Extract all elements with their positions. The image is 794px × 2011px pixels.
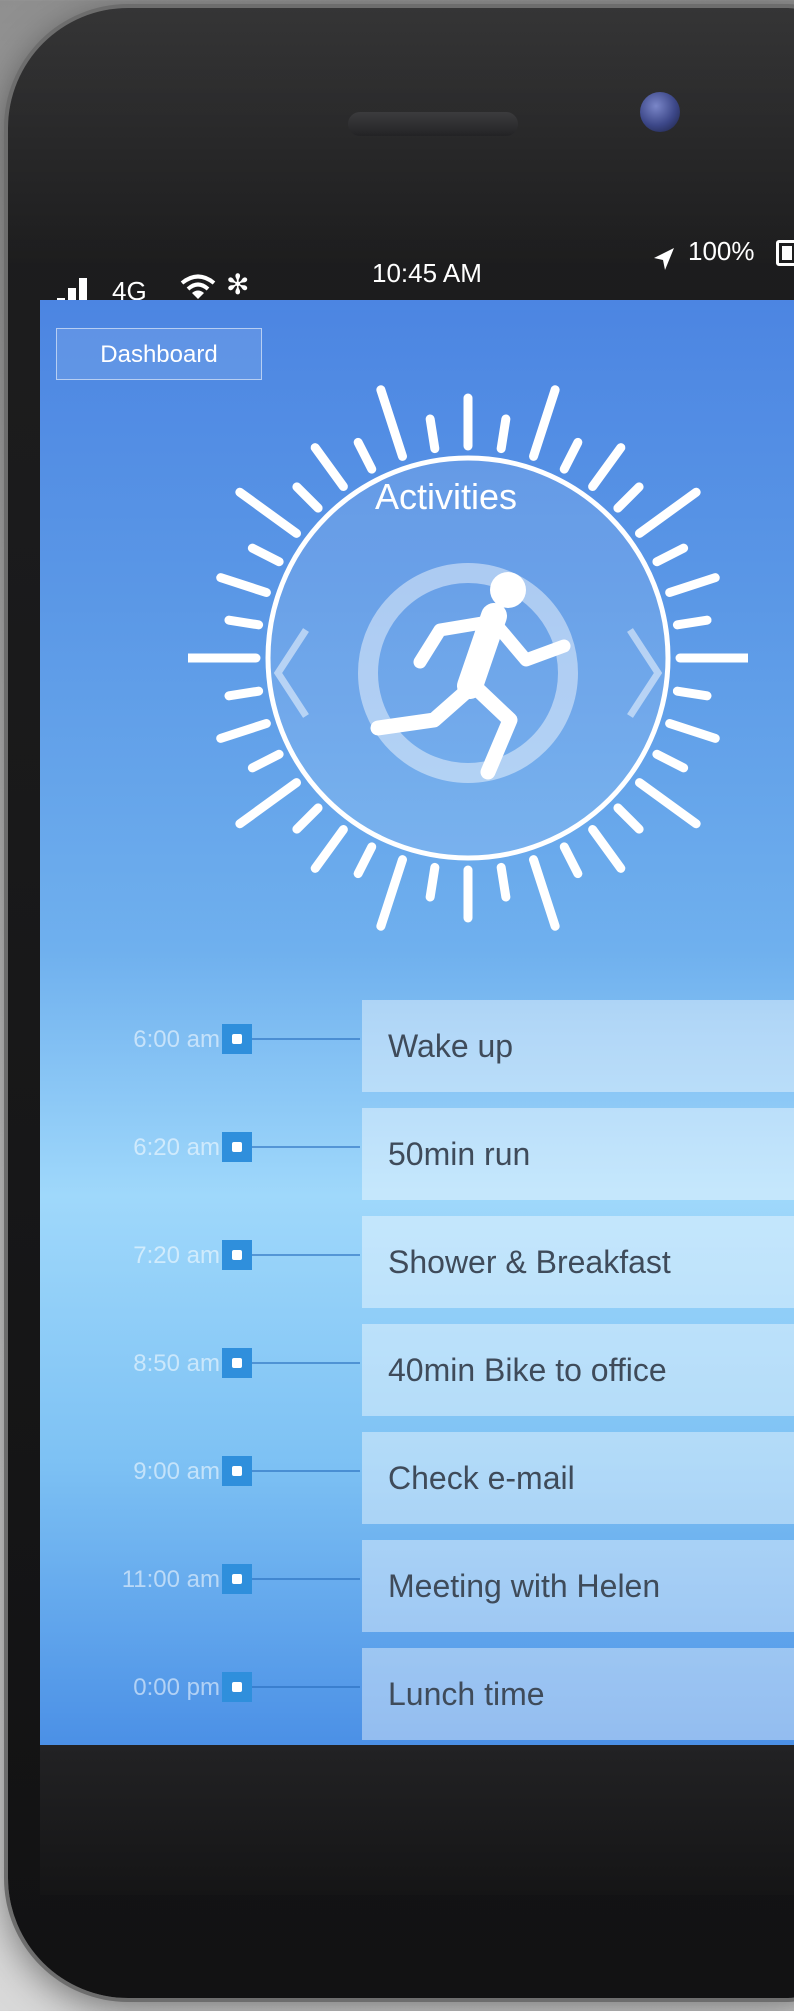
schedule-row[interactable]: 0:00 pm Lunch time <box>40 1648 794 1740</box>
timeline-marker <box>222 1132 252 1162</box>
dial-ray <box>292 482 323 513</box>
dial-ray <box>559 437 583 474</box>
schedule-time: 8:50 am <box>133 1350 220 1377</box>
marker-dot <box>232 1250 242 1260</box>
timeline-connector <box>252 1038 360 1040</box>
dial-ray <box>672 615 712 630</box>
dial-ray <box>652 543 689 567</box>
status-bar: 4G ✻ 10:45 AM 100% <box>40 236 794 314</box>
activity-card[interactable]: 50min run <box>362 1108 794 1200</box>
dial-ray <box>353 437 377 474</box>
dial-ray <box>613 482 644 513</box>
marker-dot <box>232 1466 242 1476</box>
activity-card[interactable]: Meeting with Helen <box>362 1540 794 1632</box>
marker-dot <box>232 1574 242 1584</box>
schedule-row[interactable]: 9:00 am Check e-mail <box>40 1432 794 1524</box>
dial-title: Activities <box>374 476 518 517</box>
phone-glare <box>8 8 794 268</box>
activity-card[interactable]: 40min Bike to office <box>362 1324 794 1416</box>
activity-card[interactable]: Shower & Breakfast <box>362 1216 794 1308</box>
dial-ray <box>425 414 440 454</box>
dial-ray <box>353 842 377 879</box>
schedule-row[interactable]: 7:20 am Shower & Breakfast <box>40 1216 794 1308</box>
schedule-row[interactable]: 8:50 am 40min Bike to office <box>40 1324 794 1416</box>
dial-ray <box>588 825 626 873</box>
dial-ray <box>247 543 284 567</box>
dial-ray <box>224 615 264 630</box>
bluetooth-icon: ✻ <box>226 269 250 300</box>
dial-ray <box>216 719 271 743</box>
location-arrow-icon <box>654 248 674 270</box>
activities-dial[interactable] <box>188 368 748 948</box>
schedule-time: 0:00 pm <box>133 1674 220 1701</box>
schedule-time: 7:20 am <box>133 1242 220 1269</box>
dial-ray <box>247 749 284 773</box>
timeline-connector <box>252 1362 360 1364</box>
earpiece-speaker <box>348 112 518 136</box>
schedule-row[interactable]: 6:20 am 50min run <box>40 1108 794 1200</box>
dial-ray <box>310 443 348 491</box>
dial-ray <box>376 385 407 461</box>
activity-card[interactable]: Lunch time <box>362 1648 794 1740</box>
marker-dot <box>232 1034 242 1044</box>
wifi-icon <box>180 274 216 299</box>
timeline-connector <box>252 1146 360 1148</box>
schedule-time: 9:00 am <box>133 1458 220 1485</box>
dial-ray <box>224 686 264 701</box>
dial-ray <box>672 686 712 701</box>
dial-ray <box>635 487 701 538</box>
front-camera <box>640 92 680 132</box>
timeline-marker <box>222 1024 252 1054</box>
marker-dot <box>232 1358 242 1368</box>
dial-ray <box>588 443 626 491</box>
schedule-time: 11:00 am <box>121 1566 220 1593</box>
dial-ray <box>292 803 323 834</box>
dial-ray <box>216 573 271 597</box>
dial-ray <box>635 778 701 829</box>
timeline-marker <box>222 1348 252 1378</box>
timeline-connector <box>252 1254 360 1256</box>
timeline-connector <box>252 1470 360 1472</box>
timeline-connector <box>252 1578 360 1580</box>
dial-ray <box>310 825 348 873</box>
activity-card[interactable]: Check e-mail <box>362 1432 794 1524</box>
timeline-connector <box>252 1686 360 1688</box>
dial-ray <box>496 414 511 454</box>
dial-ray <box>425 862 440 902</box>
schedule-row[interactable]: 6:00 am Wake up <box>40 1000 794 1092</box>
schedule-time: 6:00 am <box>133 1026 220 1053</box>
battery-percent: 100% <box>688 236 755 266</box>
dial-ray <box>559 842 583 879</box>
schedule-time: 6:20 am <box>133 1134 220 1161</box>
dial-ray <box>235 778 301 829</box>
dial-ray <box>665 719 720 743</box>
marker-dot <box>232 1682 242 1692</box>
marker-dot <box>232 1142 242 1152</box>
bottom-bezel <box>40 1745 794 1895</box>
dial-ray <box>376 855 407 931</box>
schedule-row[interactable]: 11:00 am Meeting with Helen <box>40 1540 794 1632</box>
dial-ray <box>529 855 560 931</box>
dial-ray <box>652 749 689 773</box>
activity-card[interactable]: Wake up <box>362 1000 794 1092</box>
timeline-marker <box>222 1456 252 1486</box>
dial-ray <box>496 862 511 902</box>
timeline-marker <box>222 1672 252 1702</box>
battery-icon <box>776 240 794 266</box>
timeline-marker <box>222 1564 252 1594</box>
dial-ray <box>529 385 560 461</box>
timeline-marker <box>222 1240 252 1270</box>
status-clock: 10:45 AM <box>372 258 482 288</box>
dial-ray <box>665 573 720 597</box>
app-screen: Dashboard Activities 6:00 am Wake up 6:2… <box>40 300 794 1745</box>
dial-ray <box>235 487 301 538</box>
dial-ray <box>613 803 644 834</box>
